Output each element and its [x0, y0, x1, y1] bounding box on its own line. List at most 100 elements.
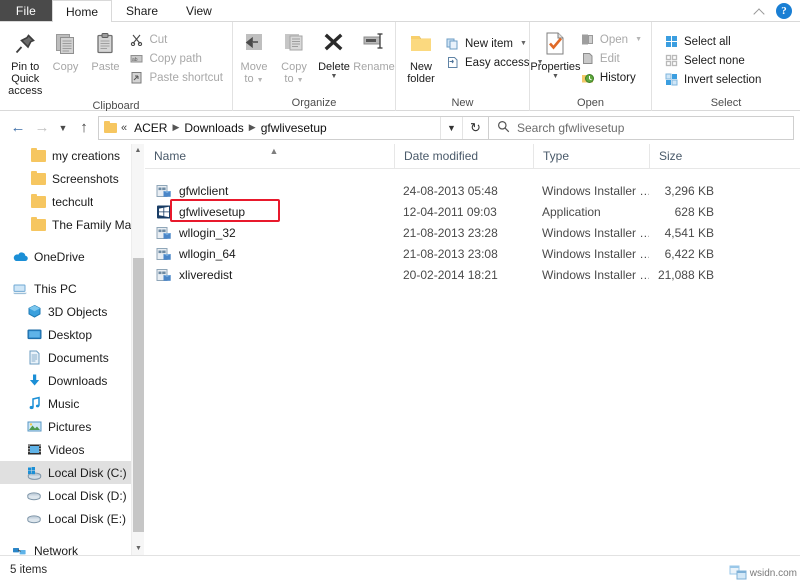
- new-folder-button[interactable]: New folder: [401, 27, 441, 87]
- copy-path-button[interactable]: ab Copy path: [125, 49, 227, 68]
- edit-button[interactable]: Edit: [576, 49, 646, 68]
- table-row[interactable]: gfwlclient 24-08-2013 05:48 Windows Inst…: [145, 180, 800, 201]
- sidebar-item-the-family-man[interactable]: The Family Man :: [0, 213, 140, 236]
- pin-to-quick-access-button[interactable]: Pin to Quick access: [5, 27, 45, 99]
- file-name-cell[interactable]: gfwlivesetup: [145, 204, 394, 220]
- search-input[interactable]: Search gfwlivesetup: [517, 121, 624, 135]
- file-type-cell: Application: [542, 204, 601, 219]
- move-to-label-line1: Move: [240, 61, 268, 73]
- file-name-cell[interactable]: wllogin_32: [145, 225, 394, 241]
- file-name-cell[interactable]: gfwlclient: [145, 183, 394, 199]
- forward-button[interactable]: →: [30, 115, 54, 141]
- ribbon-group-new-label: New: [451, 97, 474, 109]
- breadcrumb-overflow[interactable]: «: [117, 122, 130, 134]
- file-name-cell[interactable]: xliveredist: [145, 267, 394, 283]
- invert-selection-button[interactable]: Invert selection: [660, 70, 765, 89]
- tab-view[interactable]: View: [172, 0, 226, 21]
- file-type-cell: Windows Installer …: [542, 225, 649, 240]
- sidebar-item-music[interactable]: Music: [0, 392, 140, 415]
- breadcrumb-item-acer[interactable]: ACER: [130, 121, 171, 135]
- copy-to-button[interactable]: Copy to ▼: [274, 27, 314, 87]
- help-question-icon[interactable]: ?: [776, 2, 792, 19]
- sidebar-item-desktop[interactable]: Desktop: [0, 323, 140, 346]
- properties-icon: [542, 29, 568, 59]
- ribbon-group-select: Select all Select none Invert selection …: [651, 22, 800, 111]
- scrollbar-thumb[interactable]: [133, 258, 144, 532]
- cut-button[interactable]: Cut: [125, 30, 227, 49]
- breadcrumb-item-gfwlivesetup[interactable]: gfwlivesetup: [257, 121, 331, 135]
- sidebar-item-pictures[interactable]: Pictures: [0, 415, 140, 438]
- select-all-button[interactable]: Select all: [660, 32, 765, 51]
- sidebar-item-local-disk-d[interactable]: Local Disk (D:): [0, 484, 140, 507]
- recent-locations-button[interactable]: ▼: [54, 115, 72, 141]
- address-path-field[interactable]: « ACER ▶ Downloads ▶ gfwlivesetup ▼ ↻: [98, 115, 489, 140]
- history-button[interactable]: History: [576, 68, 646, 87]
- file-name-cell[interactable]: wllogin_64: [145, 246, 394, 262]
- delete-button[interactable]: Delete ▼: [314, 27, 354, 82]
- navigation-pane-scrollbar[interactable]: ▲ ▼: [131, 144, 144, 555]
- copy-to-icon: [281, 29, 307, 59]
- select-none-button[interactable]: Select none: [660, 51, 765, 70]
- sidebar-item-3d-objects[interactable]: 3D Objects: [0, 300, 140, 323]
- sidebar-item-label: The Family Man :: [52, 217, 140, 232]
- move-to-button[interactable]: Move to ▼: [234, 27, 274, 87]
- invert-selection-icon: [664, 72, 679, 87]
- navigation-pane[interactable]: my creations Screenshots techcult The Fa…: [0, 144, 140, 555]
- sidebar-item-videos[interactable]: Videos: [0, 438, 140, 461]
- search-box[interactable]: Search gfwlivesetup: [489, 115, 794, 140]
- column-header-type[interactable]: Type: [533, 144, 649, 168]
- back-button[interactable]: ←: [6, 115, 30, 141]
- paste-button[interactable]: Paste: [85, 27, 125, 75]
- sidebar-item-my-creations[interactable]: my creations: [0, 144, 140, 167]
- sidebar-item-local-disk-e[interactable]: Local Disk (E:): [0, 507, 140, 530]
- tab-share[interactable]: Share: [112, 0, 172, 21]
- copy-to-label-line1: Copy: [281, 61, 307, 73]
- svg-text:ab: ab: [132, 57, 138, 63]
- chevron-down-icon[interactable]: ▼: [440, 116, 462, 139]
- copy-button[interactable]: Copy: [45, 27, 85, 75]
- sidebar-item-label: Videos: [48, 442, 85, 457]
- column-header-date-modified[interactable]: Date modified: [394, 144, 533, 168]
- ribbon-group-open-label: Open: [577, 97, 604, 109]
- open-button[interactable]: Open ▼: [576, 30, 646, 49]
- ribbon-group-select-label: Select: [710, 97, 742, 109]
- sidebar-item-onedrive[interactable]: OneDrive: [0, 245, 140, 268]
- column-header-name[interactable]: Name ▲: [145, 144, 394, 168]
- rename-button[interactable]: Rename: [353, 27, 395, 75]
- copy-path-icon: ab: [129, 51, 144, 66]
- msi-installer-icon: [156, 246, 172, 262]
- address-bar: ← → ▼ ↑ « ACER ▶ Downloads ▶ gfwlivesetu…: [0, 111, 800, 144]
- tab-file[interactable]: File: [0, 0, 52, 21]
- up-button[interactable]: ↑: [72, 115, 96, 141]
- new-item-label: New item: [465, 37, 513, 50]
- scroll-up-icon[interactable]: ▲: [132, 144, 144, 157]
- sidebar-item-label: This PC: [34, 281, 77, 296]
- sidebar-item-this-pc[interactable]: This PC: [0, 277, 140, 300]
- sidebar-item-techcult[interactable]: techcult: [0, 190, 140, 213]
- tab-home[interactable]: Home: [52, 0, 113, 23]
- sidebar-item-network[interactable]: Network: [0, 539, 140, 555]
- msi-installer-icon: [156, 225, 172, 241]
- table-row[interactable]: gfwlivesetup 12-04-2011 09:03 Applicatio…: [145, 201, 800, 222]
- sidebar-item-local-disk-c[interactable]: Local Disk (C:): [0, 461, 140, 484]
- file-type-cell: Windows Installer …: [542, 183, 649, 198]
- chevron-up-icon[interactable]: [754, 5, 766, 17]
- sidebar-item-downloads[interactable]: Downloads: [0, 369, 140, 392]
- refresh-icon[interactable]: ↻: [462, 116, 488, 139]
- breadcrumb-separator[interactable]: ▶: [171, 122, 180, 133]
- table-row[interactable]: xliveredist 20-02-2014 18:21 Windows Ins…: [145, 264, 800, 285]
- file-size-cell: 21,088 KB: [657, 267, 714, 282]
- file-explorer-window: File Home Share View ? Pin to Quick acce…: [0, 0, 800, 583]
- breadcrumb-separator[interactable]: ▶: [248, 122, 257, 133]
- sidebar-item-documents[interactable]: Documents: [0, 346, 140, 369]
- paste-shortcut-button[interactable]: Paste shortcut: [125, 68, 227, 87]
- window-logo-icon: [727, 565, 747, 581]
- properties-button[interactable]: Properties ▼: [530, 27, 581, 82]
- breadcrumb-item-downloads[interactable]: Downloads: [180, 121, 247, 135]
- table-row[interactable]: wllogin_32 21-08-2013 23:28 Windows Inst…: [145, 222, 800, 243]
- new-folder-icon: [408, 29, 434, 59]
- table-row[interactable]: wllogin_64 21-08-2013 23:08 Windows Inst…: [145, 243, 800, 264]
- scroll-down-icon[interactable]: ▼: [132, 542, 145, 555]
- sidebar-item-screenshots[interactable]: Screenshots: [0, 167, 140, 190]
- column-header-size[interactable]: Size: [649, 144, 723, 168]
